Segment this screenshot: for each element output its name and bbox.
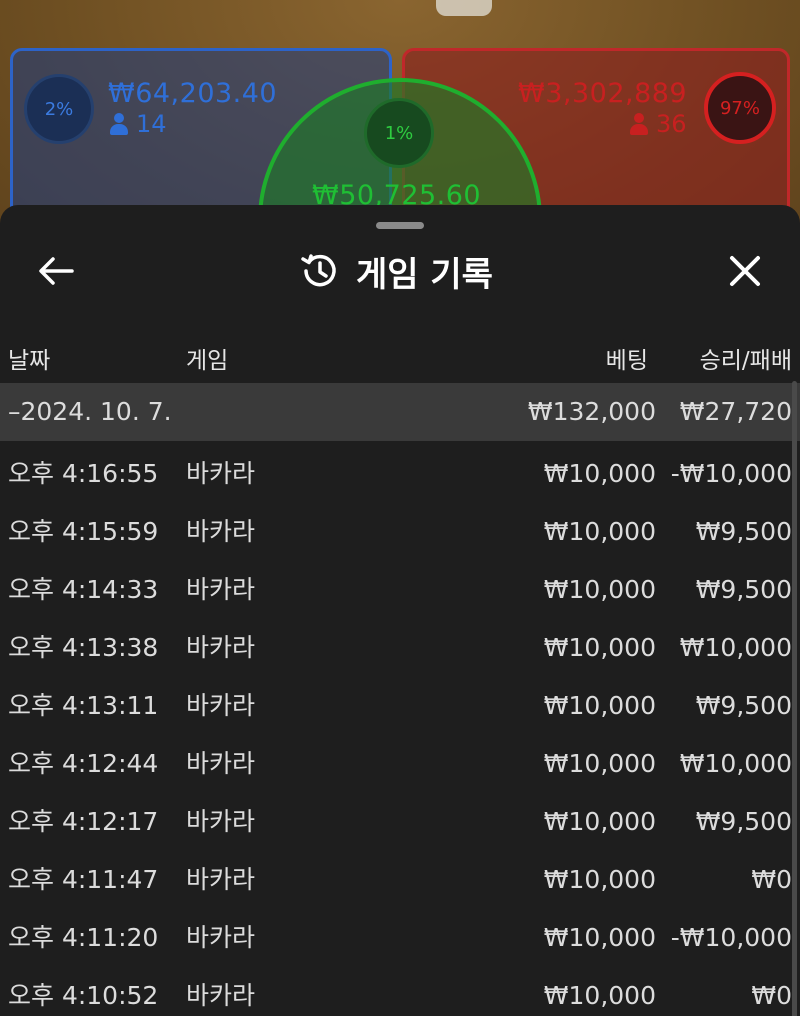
tie-percent: 1% (384, 122, 414, 144)
player-total-amount: ₩64,203.40 (108, 78, 278, 109)
row-time: 오후 4:15:59 (8, 517, 159, 546)
row-time: 오후 4:12:44 (8, 749, 159, 778)
row-time: 오후 4:10:52 (8, 981, 159, 1010)
column-header-bet: 베팅 (605, 348, 648, 374)
column-header-date: 날짜 (8, 348, 51, 374)
history-row[interactable]: 오후 4:15:59 바카라 ₩10,000 ₩9,500 (0, 503, 800, 561)
row-game: 바카라 (186, 981, 256, 1010)
row-winloss: ₩0 (751, 981, 792, 1010)
row-winloss: ₩9,500 (695, 807, 792, 836)
sheet-title: 게임 기록 (356, 254, 493, 295)
person-icon (630, 113, 648, 135)
history-row[interactable]: 오후 4:11:47 바카라 ₩10,000 ₩0 (0, 851, 800, 909)
row-time: 오후 4:13:38 (8, 633, 159, 662)
row-winloss: ₩10,000 (679, 749, 792, 778)
history-row[interactable]: 오후 4:12:17 바카라 ₩10,000 ₩9,500 (0, 793, 800, 851)
row-game: 바카라 (186, 575, 256, 604)
row-winloss: -₩10,000 (670, 459, 792, 488)
banker-total-amount: ₩3,302,889 (518, 78, 688, 109)
date-group-total-bet: ₩132,000 (527, 397, 656, 426)
row-winloss: -₩10,000 (670, 923, 792, 952)
history-icon (301, 254, 336, 287)
game-history-sheet: 게임 기록 날짜 게임 베팅 승리/패배 –2024. 10. 7. ₩132,… (0, 205, 800, 1016)
row-game: 바카라 (186, 865, 256, 894)
row-winloss: ₩0 (751, 865, 792, 894)
date-group-row[interactable]: –2024. 10. 7. ₩132,000 ₩27,720 (0, 383, 800, 441)
card-shoe-edge (436, 0, 492, 16)
banker-count-value: 36 (656, 110, 687, 138)
banker-percent-ring: 97% (704, 72, 776, 144)
row-bet: ₩10,000 (543, 807, 656, 836)
row-time: 오후 4:16:55 (8, 459, 159, 488)
row-bet: ₩10,000 (543, 691, 656, 720)
player-count-value: 14 (136, 110, 167, 138)
row-bet: ₩10,000 (543, 749, 656, 778)
arrow-left-icon (39, 257, 74, 285)
date-group-total-winloss: ₩27,720 (679, 397, 792, 426)
row-bet: ₩10,000 (543, 459, 656, 488)
history-row[interactable]: 오후 4:14:33 바카라 ₩10,000 ₩9,500 (0, 561, 800, 619)
row-game: 바카라 (186, 923, 256, 952)
row-bet: ₩10,000 (543, 575, 656, 604)
row-game: 바카라 (186, 517, 256, 546)
history-row[interactable]: 오후 4:12:44 바카라 ₩10,000 ₩10,000 (0, 735, 800, 793)
row-winloss: ₩9,500 (695, 575, 792, 604)
row-winloss: ₩9,500 (695, 517, 792, 546)
row-time: 오후 4:14:33 (8, 575, 159, 604)
row-time: 오후 4:11:47 (8, 865, 159, 894)
row-bet: ₩10,000 (543, 633, 656, 662)
row-bet: ₩10,000 (543, 981, 656, 1010)
row-winloss: ₩9,500 (695, 691, 792, 720)
row-time: 오후 4:13:11 (8, 691, 159, 720)
banker-percent: 97% (719, 97, 760, 119)
history-row[interactable]: 오후 4:13:38 바카라 ₩10,000 ₩10,000 (0, 619, 800, 677)
player-percent: 2% (44, 98, 74, 120)
tie-percent-ring: 1% (364, 98, 434, 168)
row-game: 바카라 (186, 633, 256, 662)
row-winloss: ₩10,000 (679, 633, 792, 662)
sheet-drag-handle[interactable] (376, 222, 424, 229)
history-scrollbar[interactable] (792, 381, 797, 1016)
history-row[interactable]: 오후 4:16:55 바카라 ₩10,000 -₩10,000 (0, 445, 800, 503)
sheet-header: 게임 기록 (300, 249, 493, 295)
row-bet: ₩10,000 (543, 865, 656, 894)
date-group-date: –2024. 10. 7. (8, 397, 172, 426)
history-row[interactable]: 오후 4:11:20 바카라 ₩10,000 -₩10,000 (0, 909, 800, 967)
row-game: 바카라 (186, 749, 256, 778)
row-time: 오후 4:11:20 (8, 923, 159, 952)
row-time: 오후 4:12:17 (8, 807, 159, 836)
player-bettor-count: 14 (110, 110, 167, 138)
player-percent-ring: 2% (24, 74, 94, 144)
banker-bettor-count: 36 (630, 110, 687, 138)
row-game: 바카라 (186, 807, 256, 836)
history-row[interactable]: 오후 4:13:11 바카라 ₩10,000 ₩9,500 (0, 677, 800, 735)
row-game: 바카라 (186, 691, 256, 720)
person-icon (110, 113, 128, 135)
column-header-winloss: 승리/패배 (699, 348, 792, 374)
back-button[interactable] (34, 251, 78, 291)
row-bet: ₩10,000 (543, 923, 656, 952)
close-icon (730, 256, 760, 286)
close-button[interactable] (722, 249, 768, 293)
history-row[interactable]: 오후 4:10:52 바카라 ₩10,000 ₩0 (0, 967, 800, 1016)
row-bet: ₩10,000 (543, 517, 656, 546)
column-header-game: 게임 (186, 348, 229, 374)
row-game: 바카라 (186, 459, 256, 488)
